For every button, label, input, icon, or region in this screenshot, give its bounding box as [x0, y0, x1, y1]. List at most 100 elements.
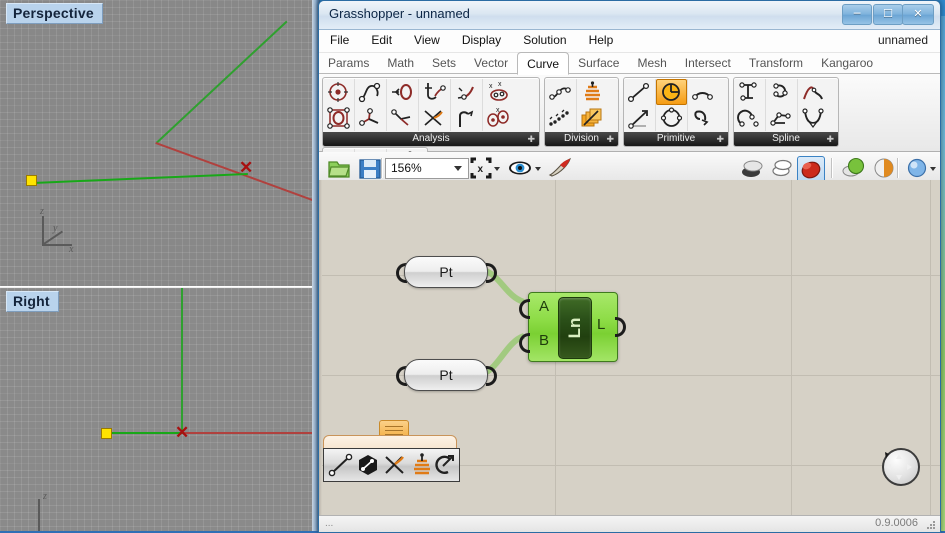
line-sdl-icon[interactable]	[624, 105, 655, 131]
tab-vector[interactable]: Vector	[465, 53, 517, 73]
curve-discontinuity-icon[interactable]	[387, 105, 418, 131]
interpolate-icon[interactable]	[766, 79, 797, 105]
world-vertical-axis-right	[181, 288, 183, 434]
tab-kangaroo[interactable]: Kangaroo	[812, 53, 882, 73]
resize-grip[interactable]	[926, 520, 936, 530]
chevron-down-icon[interactable]	[454, 166, 462, 171]
menu-item-display[interactable]: Display	[451, 30, 512, 52]
curve-on-surface-icon[interactable]	[734, 105, 765, 131]
line-component[interactable]: A B Ln L	[519, 292, 626, 362]
curve-control-points-icon[interactable]	[323, 105, 354, 131]
component-output-port-l[interactable]	[615, 317, 627, 337]
zoom-extents-icon[interactable]: x	[469, 156, 493, 182]
bake-icon[interactable]	[547, 156, 573, 182]
draw-icons-dropdown-icon[interactable]	[930, 167, 936, 171]
line-tool-icon[interactable]	[328, 452, 354, 478]
preview-mesh-icon[interactable]	[841, 156, 867, 182]
curve-point-on-curve-icon[interactable]	[451, 79, 482, 105]
axis-indicator-perspective: z y x	[38, 206, 88, 257]
open-folder-icon[interactable]	[327, 156, 353, 182]
menu-item-view[interactable]: View	[403, 30, 451, 52]
ribbon-group-analysis: xx x Analysis ✚	[322, 77, 540, 147]
component-input-label-a: A	[539, 298, 550, 315]
zoom-extents-dropdown-icon[interactable]	[494, 167, 500, 171]
arc-icon[interactable]	[688, 79, 719, 105]
tab-intersect[interactable]: Intersect	[676, 53, 740, 73]
param-output-port-bottom[interactable]	[486, 366, 498, 386]
param-output-port-top[interactable]	[486, 263, 498, 283]
polygon-tool-icon[interactable]	[355, 452, 381, 478]
divide-distance-icon[interactable]	[545, 105, 576, 131]
start-point-right	[101, 428, 112, 439]
circle-icon[interactable]	[656, 79, 687, 105]
point-param-bottom-capsule[interactable]: Pt	[404, 359, 488, 391]
catenary-icon[interactable]	[798, 105, 829, 131]
nurbs-curve-icon[interactable]	[766, 105, 797, 131]
menu-item-solution[interactable]: Solution	[512, 30, 577, 52]
tab-transform[interactable]: Transform	[740, 53, 812, 73]
curve-closest-point-icon[interactable]	[323, 79, 354, 105]
menu-item-edit[interactable]: Edit	[360, 30, 403, 52]
arc-sed-icon[interactable]	[688, 105, 719, 131]
curve-explode-icon[interactable]	[419, 105, 450, 131]
close-button[interactable]: ✕	[902, 4, 934, 25]
arc-tool-icon[interactable]	[432, 452, 458, 478]
ribbon-group-label-division: Division ✚	[545, 132, 618, 146]
perspective-viewport-label[interactable]: Perspective	[6, 3, 103, 24]
curve-curvature-icon[interactable]	[451, 105, 482, 131]
tab-math[interactable]: Math	[378, 53, 423, 73]
start-point-perspective	[26, 175, 37, 186]
tab-params[interactable]: Params	[319, 53, 378, 73]
bezier-span-icon[interactable]	[734, 79, 765, 105]
ribbon-expand-icon[interactable]: ✚	[606, 132, 614, 146]
menu-item-file[interactable]: File	[319, 30, 360, 52]
preview-dropdown-icon[interactable]	[535, 167, 541, 171]
curve-inclusion-icon[interactable]: xx	[483, 79, 514, 105]
blend-curve-icon[interactable]	[798, 79, 829, 105]
maximize-button[interactable]: ☐	[873, 4, 903, 25]
divide-curve-icon[interactable]	[545, 79, 576, 105]
right-viewport[interactable]: ✕ z Right	[0, 288, 320, 531]
ribbon-expand-icon[interactable]: ✚	[716, 132, 724, 146]
wireframe-preview-icon[interactable]	[769, 156, 795, 182]
grasshopper-canvas[interactable]: Pt Pt A B Ln L	[319, 180, 940, 516]
navigation-ball-icon[interactable]	[878, 446, 920, 486]
ribbon-label-text: Analysis	[412, 133, 450, 144]
curve-region-icon[interactable]: x	[483, 105, 514, 131]
explode-tool-icon[interactable]	[382, 452, 408, 478]
shaded-preview-off-icon[interactable]	[739, 156, 765, 182]
component-input-port-b[interactable]	[519, 333, 531, 353]
polygon-icon[interactable]	[656, 105, 687, 131]
ribbon-expand-icon[interactable]: ✚	[527, 132, 535, 146]
tab-mesh[interactable]: Mesh	[628, 53, 675, 73]
minimize-button[interactable]: ─	[842, 4, 872, 25]
canvas-mini-toolbar[interactable]	[323, 448, 460, 482]
ribbon-group-division: Division ✚	[544, 77, 619, 147]
shatter-icon[interactable]	[577, 105, 608, 131]
zoom-level-combo[interactable]: 156%	[385, 158, 469, 179]
window-title-bar[interactable]: Grasshopper - unnamed ─ ☐ ✕	[319, 1, 940, 30]
point-param-top-capsule[interactable]: Pt	[404, 256, 488, 288]
draw-icons-icon[interactable]	[904, 156, 930, 182]
contour-icon[interactable]	[577, 79, 608, 105]
rhino-viewport-panel[interactable]: ✕ z y x Perspective ✕ z Right	[0, 0, 320, 531]
preview-quality-icon[interactable]	[871, 156, 897, 182]
menu-item-help[interactable]: Help	[578, 30, 625, 52]
status-message: ...	[325, 518, 334, 529]
tab-surface[interactable]: Surface	[569, 53, 628, 73]
curve-polygon-center-icon[interactable]	[355, 105, 386, 131]
curve-evaluate-icon[interactable]	[355, 79, 386, 105]
component-input-port-a[interactable]	[519, 299, 531, 319]
save-disk-icon[interactable]	[357, 156, 383, 182]
tab-sets[interactable]: Sets	[423, 53, 465, 73]
perspective-viewport[interactable]: ✕ z y x Perspective	[0, 0, 320, 288]
component-input-label-b: B	[539, 332, 550, 349]
ribbon-expand-icon[interactable]: ✚	[826, 132, 834, 146]
curve-tangent-icon[interactable]	[419, 79, 450, 105]
line-icon[interactable]	[624, 79, 655, 105]
right-viewport-label[interactable]: Right	[6, 291, 59, 312]
curve-end-points-icon[interactable]	[387, 79, 418, 105]
tab-curve[interactable]: Curve	[517, 52, 570, 75]
line-geometry-right	[108, 432, 183, 434]
eye-preview-icon[interactable]	[507, 156, 533, 182]
